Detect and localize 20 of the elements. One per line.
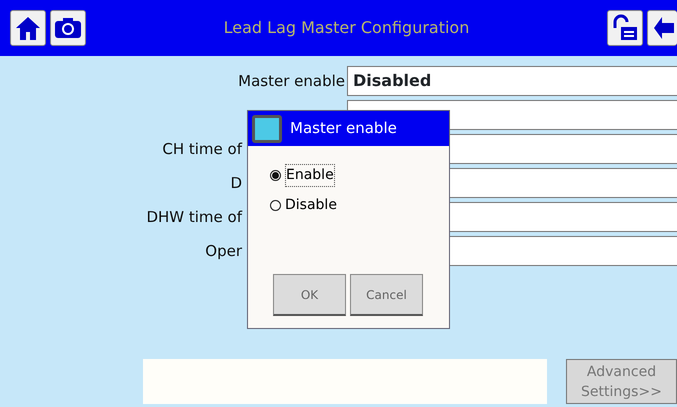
field-label: Oper — [205, 240, 242, 262]
camera-button[interactable] — [50, 10, 86, 46]
ok-button[interactable]: OK — [273, 274, 346, 316]
lock-button[interactable] — [607, 10, 643, 46]
radio-option[interactable]: Enable — [270, 164, 449, 187]
radio-option[interactable]: Disable — [270, 195, 449, 216]
field-label: Master enable — [238, 72, 345, 90]
home-button[interactable] — [10, 10, 46, 46]
padlock-icon — [611, 14, 639, 42]
app-icon — [252, 114, 282, 142]
input-field[interactable]: Disabled — [347, 66, 677, 96]
cancel-button[interactable]: Cancel — [350, 274, 423, 316]
field-label: DHW time of — [146, 206, 242, 228]
house-icon — [14, 14, 42, 42]
field-label: CH time of — [162, 138, 242, 160]
camera-icon — [54, 17, 82, 39]
back-button[interactable] — [647, 10, 677, 46]
field-label: D — [230, 172, 242, 194]
window-title: Lead Lag Master Configuration — [224, 18, 470, 37]
dialog-title: Master enable — [290, 118, 397, 140]
